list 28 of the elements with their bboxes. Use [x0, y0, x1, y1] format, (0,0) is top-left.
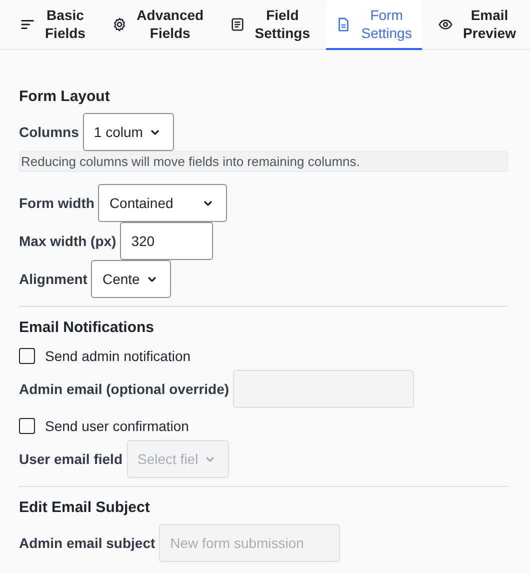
field-label: Admin email subject — [19, 535, 156, 551]
help-note: Reducing columns will move fields into remaining columns. — [19, 151, 508, 172]
section-heading: Form Layout — [19, 88, 111, 105]
tab[interactable]: Basic Fields — [10, 0, 96, 50]
eye-icon — [438, 16, 454, 32]
field-label: Admin email (optional override) — [19, 381, 230, 397]
document-icon — [230, 16, 245, 32]
field-label: Columns — [19, 124, 79, 140]
gear-icon — [112, 16, 127, 32]
checkbox[interactable] — [19, 418, 35, 434]
input-field[interactable]: 320 — [120, 222, 214, 260]
field-label: Alignment — [19, 271, 88, 287]
checkbox-label: Send user confirmation — [45, 418, 189, 434]
select-field[interactable]: Cente — [91, 260, 171, 298]
field-label: User email field — [19, 451, 122, 467]
field-label: Max width (px) — [19, 233, 116, 249]
section-heading: Edit Email Subject — [19, 499, 151, 516]
checkbox-label: Send admin notification — [45, 348, 191, 364]
file-icon — [336, 16, 352, 32]
checkbox[interactable] — [19, 348, 35, 364]
field-label: Form width — [19, 195, 94, 211]
tab[interactable]: Email Preview — [428, 0, 526, 50]
tab[interactable]: Form Settings — [326, 0, 422, 50]
tab[interactable]: Advanced Fields — [102, 0, 214, 50]
select-field[interactable]: 1 colum — [82, 113, 174, 151]
select-field[interactable]: Contained — [98, 184, 228, 222]
section-heading: Email Notifications — [19, 319, 156, 336]
tab[interactable]: Field Settings — [220, 0, 320, 50]
